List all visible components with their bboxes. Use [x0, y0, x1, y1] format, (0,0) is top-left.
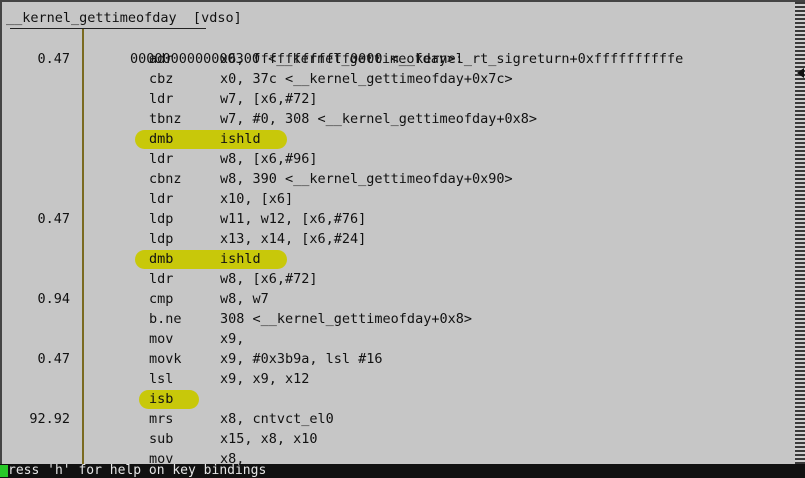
instruction-mnemonic: adr	[149, 51, 174, 67]
instruction-operands: x9,	[220, 331, 245, 347]
instruction-row[interactable]: ldr w8, [x6,#96]	[2, 149, 787, 169]
instruction-row[interactable]: b.ne 308 <__kernel_gettimeofday+0x8>	[2, 309, 787, 329]
instruction-row[interactable]: lsl x9, x9, x12	[2, 369, 787, 389]
instruction-mnemonic: dmb	[149, 251, 174, 267]
sample-percent: 0.47	[37, 51, 70, 67]
instruction-mnemonic: mov	[149, 451, 174, 467]
instruction-mnemonic: dmb	[149, 131, 174, 147]
instruction-mnemonic: cmp	[149, 291, 174, 307]
instruction-operands: w7, #0, 308 <__kernel_gettimeofday+0x8>	[220, 111, 537, 127]
instruction-row[interactable]: sub x15, x8, x10	[2, 429, 787, 449]
instruction-row[interactable]: isb	[2, 389, 787, 409]
function-title: __kernel_gettimeofday [vdso]	[6, 10, 242, 26]
instruction-operands: 308 <__kernel_gettimeofday+0x8>	[220, 311, 472, 327]
instruction-mnemonic: tbnz	[149, 111, 182, 127]
sample-percent: 0.94	[37, 291, 70, 307]
instruction-operands: x6, ffffffffffff0000 <__kernel_rt_sigret…	[220, 51, 684, 67]
instruction-operands: w8, [x6,#72]	[220, 271, 318, 287]
cursor-icon	[0, 464, 8, 477]
sample-percent: 0.47	[37, 211, 70, 227]
instruction-mnemonic: sub	[149, 431, 174, 447]
instruction-operands: x0, 37c <__kernel_gettimeofday+0x7c>	[220, 71, 513, 87]
instruction-mnemonic: lsl	[149, 371, 174, 387]
instruction-mnemonic: ldp	[149, 211, 174, 227]
sample-percent: 0.47	[37, 351, 70, 367]
instruction-operands: x10, [x6]	[220, 191, 294, 207]
instruction-row[interactable]: 0.94 cmp w8, w7	[2, 289, 787, 309]
instruction-operands: ishld	[220, 131, 261, 147]
function-header-row: 0000000000000300 <__kernel_gettimeofday>…	[2, 29, 787, 67]
instruction-row[interactable]: ldr w8, [x6,#72]	[2, 269, 787, 289]
instruction-operands: w8, w7	[220, 291, 269, 307]
instruction-row[interactable]: tbnz w7, #0, 308 <__kernel_gettimeofday+0…	[2, 109, 787, 129]
instruction-operands: x9, #0x3b9a, lsl #16	[220, 351, 383, 367]
disassembly-listing[interactable]: 0000000000000300 <__kernel_gettimeofday>…	[2, 29, 787, 469]
instruction-mnemonic: ldr	[149, 271, 174, 287]
sample-percent: 92.92	[29, 411, 70, 427]
instruction-row[interactable]: dmb ishld	[2, 249, 787, 269]
instruction-operands: x15, x8, x10	[220, 431, 318, 447]
instruction-mnemonic: mrs	[149, 411, 174, 427]
instruction-mnemonic: movk	[149, 351, 182, 367]
terminal-window: __kernel_gettimeofday [vdso] 00000000000…	[0, 0, 805, 478]
instruction-operands: x8, cntvct_el0	[220, 411, 334, 427]
instruction-operands: x13, x14, [x6,#24]	[220, 231, 367, 247]
instruction-row[interactable]: ldr x10, [x6]	[2, 189, 787, 209]
instruction-mnemonic: b.ne	[149, 311, 182, 327]
instruction-operands: x8,	[220, 451, 245, 467]
instruction-mnemonic: mov	[149, 331, 174, 347]
instruction-row[interactable]: cbz x0, 37c <__kernel_gettimeofday+0x7c>	[2, 69, 787, 89]
instruction-row[interactable]: ldr w7, [x6,#72]	[2, 89, 787, 109]
status-bar: ress 'h' for help on key bindings	[0, 464, 805, 478]
instruction-mnemonic: isb	[149, 391, 174, 407]
instruction-row[interactable]: 0.47 adr x6, ffffffffffff0000 <__kernel_rt…	[2, 49, 787, 69]
instruction-operands: w11, w12, [x6,#76]	[220, 211, 367, 227]
instruction-mnemonic: ldp	[149, 231, 174, 247]
instruction-row[interactable]: mov x9,	[2, 329, 787, 349]
instruction-mnemonic: cbnz	[149, 171, 182, 187]
instruction-row[interactable]: ldp x13, x14, [x6,#24]	[2, 229, 787, 249]
instruction-row[interactable]: 0.47 ldp w11, w12, [x6,#76]	[2, 209, 787, 229]
instruction-operands: w7, [x6,#72]	[220, 91, 318, 107]
instruction-mnemonic: cbz	[149, 71, 174, 87]
instruction-row[interactable]: 92.92 mrs x8, cntvct_el0	[2, 409, 787, 429]
instruction-row[interactable]: cbnz w8, 390 <__kernel_gettimeofday+0x90>	[2, 169, 787, 189]
scroll-position-arrow-icon[interactable]	[797, 68, 804, 78]
instruction-row[interactable]: dmb ishld	[2, 129, 787, 149]
instruction-mnemonic: ldr	[149, 191, 174, 207]
instruction-operands: x9, x9, x12	[220, 371, 310, 387]
instruction-mnemonic: ldr	[149, 151, 174, 167]
instruction-operands: w8, [x6,#96]	[220, 151, 318, 167]
instruction-row[interactable]: 0.47 movk x9, #0x3b9a, lsl #16	[2, 349, 787, 369]
instruction-operands: w8, 390 <__kernel_gettimeofday+0x90>	[220, 171, 513, 187]
instruction-mnemonic: ldr	[149, 91, 174, 107]
instruction-operands: ishld	[220, 251, 261, 267]
